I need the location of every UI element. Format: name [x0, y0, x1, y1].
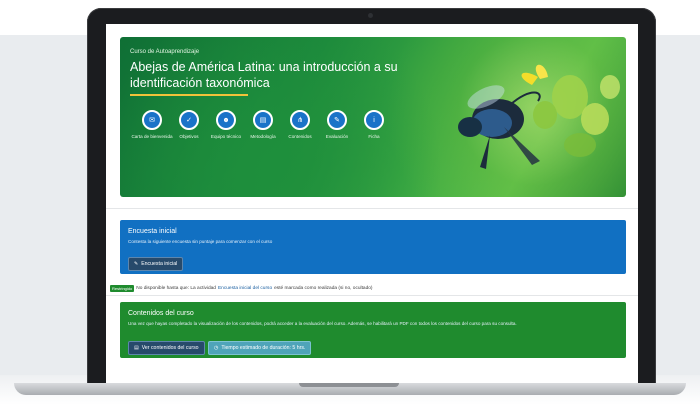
check-icon: ✓ — [179, 110, 199, 130]
initial-survey-section: Encuesta inicial Contesta la siguiente e… — [120, 220, 626, 274]
camera-icon — [368, 13, 373, 18]
sitemap-icon: ⋔ — [290, 110, 310, 130]
info-icon: i — [364, 110, 384, 130]
course-title: Abejas de América Latina: una introducci… — [130, 60, 398, 90]
laptop-notch — [299, 383, 399, 387]
restriction-suffix: esté marcada como realizada (si no, ocul… — [274, 286, 373, 291]
section-description: Contesta la siguiente encuesta sin punta… — [128, 239, 273, 244]
laptop-base — [14, 383, 686, 395]
edit-icon: ✎ — [134, 261, 139, 267]
button-label: Encuesta inicial — [141, 261, 178, 267]
nav-course-sheet[interactable]: i Ficha — [352, 110, 396, 140]
initial-survey-button[interactable]: ✎ Encuesta inicial — [128, 257, 184, 271]
laptop-screen: Curso de Autoaprendizaje Abejas de Améri… — [106, 24, 638, 384]
bee-flower-illustration — [458, 64, 620, 169]
clock-icon: ◷ — [214, 345, 219, 351]
view-contents-button[interactable]: ▤ Ver contenidos del curso — [128, 341, 205, 355]
duration-badge-button[interactable]: ◷ Tiempo estimado de duración: 5 hrs. — [208, 341, 312, 355]
course-contents-section: Contenidos del curso Una vez que hayas c… — [120, 302, 626, 358]
section-title: Encuesta inicial — [128, 228, 177, 235]
restriction-notice: Restringido No disponible hasta que: La … — [110, 285, 373, 292]
button-label: Ver contenidos del curso — [141, 345, 199, 351]
course-hero-banner: Curso de Autoaprendizaje Abejas de Améri… — [120, 37, 626, 197]
restricted-badge: Restringido — [110, 285, 135, 292]
section-description: Una vez que hayas completado la visualiz… — [128, 321, 517, 326]
section-divider — [106, 295, 638, 296]
document-icon: ▤ — [253, 110, 273, 130]
restriction-prefix: No disponible hasta que: La actividad — [136, 286, 216, 291]
restriction-link[interactable]: Encuesta inicial del curso — [218, 286, 272, 291]
nav-label: Ficha — [368, 134, 380, 139]
document-icon: ▤ — [134, 345, 139, 351]
mail-icon: ✉ — [142, 110, 162, 130]
section-divider — [106, 208, 638, 209]
title-underline — [130, 94, 248, 96]
section-title: Contenidos del curso — [128, 310, 194, 317]
edit-icon: ✎ — [327, 110, 347, 130]
team-icon: ☻ — [216, 110, 236, 130]
button-label: Tiempo estimado de duración: 5 hrs. — [221, 345, 306, 351]
course-type-label: Curso de Autoaprendizaje — [130, 49, 200, 55]
